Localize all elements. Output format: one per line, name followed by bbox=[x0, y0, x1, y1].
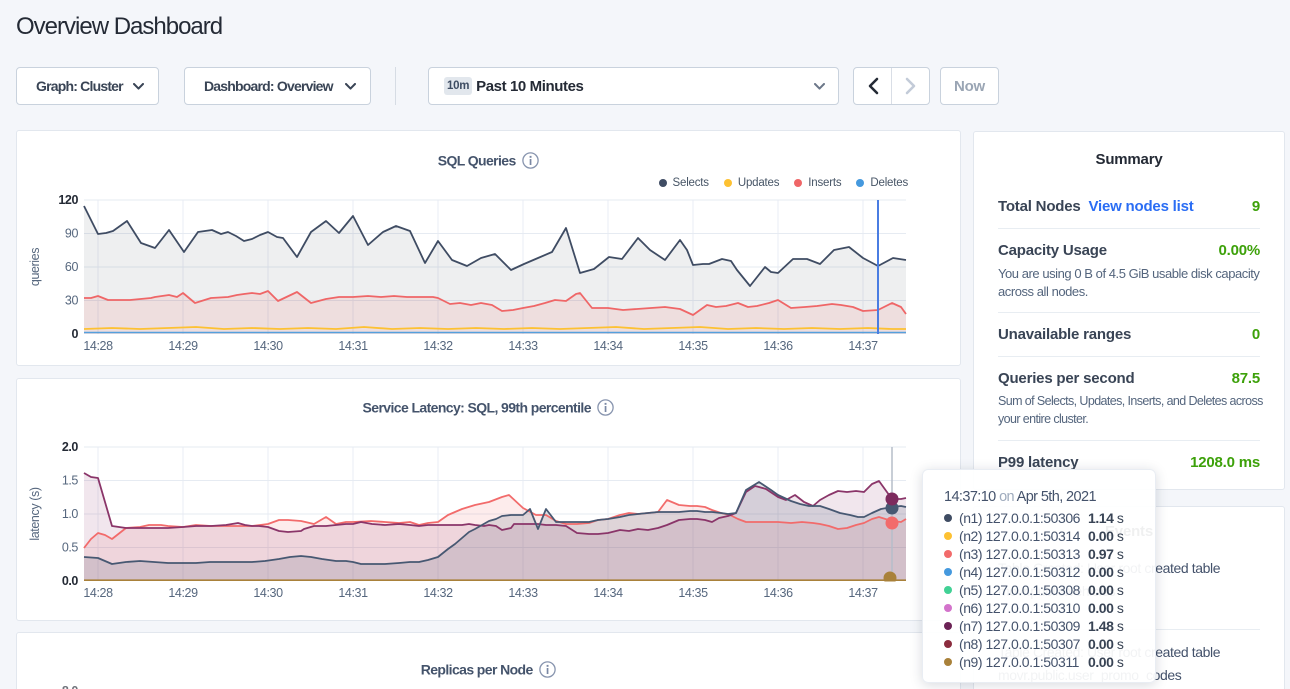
svg-text:14:33: 14:33 bbox=[508, 339, 538, 353]
svg-text:0: 0 bbox=[71, 327, 78, 341]
svg-text:14:34: 14:34 bbox=[593, 586, 623, 600]
svg-text:14:29: 14:29 bbox=[168, 339, 198, 353]
svg-text:1.5: 1.5 bbox=[62, 474, 79, 488]
svg-text:14:32: 14:32 bbox=[423, 339, 453, 353]
svg-text:0.5: 0.5 bbox=[62, 541, 79, 555]
svg-text:1.0: 1.0 bbox=[62, 507, 79, 521]
svg-text:90: 90 bbox=[65, 227, 79, 241]
svg-text:14:35: 14:35 bbox=[678, 339, 708, 353]
svg-text:14:37: 14:37 bbox=[848, 586, 878, 600]
svg-text:14:34: 14:34 bbox=[593, 339, 623, 353]
svg-text:14:36: 14:36 bbox=[763, 339, 793, 353]
svg-text:14:30: 14:30 bbox=[253, 586, 283, 600]
svg-text:14:31: 14:31 bbox=[338, 339, 368, 353]
svg-text:14:32: 14:32 bbox=[423, 586, 453, 600]
svg-text:120: 120 bbox=[58, 193, 78, 207]
svg-text:14:28: 14:28 bbox=[83, 339, 113, 353]
svg-text:latency (s): latency (s) bbox=[28, 487, 42, 540]
svg-text:2.0: 2.0 bbox=[62, 440, 79, 454]
svg-text:14:36: 14:36 bbox=[763, 586, 793, 600]
svg-text:14:37: 14:37 bbox=[848, 339, 878, 353]
svg-text:14:29: 14:29 bbox=[168, 586, 198, 600]
svg-text:0.0: 0.0 bbox=[62, 574, 79, 588]
svg-text:30: 30 bbox=[65, 294, 79, 308]
svg-text:14:33: 14:33 bbox=[508, 586, 538, 600]
svg-text:14:30: 14:30 bbox=[253, 339, 283, 353]
svg-text:14:31: 14:31 bbox=[338, 586, 368, 600]
svg-text:14:35: 14:35 bbox=[678, 586, 708, 600]
svg-text:14:28: 14:28 bbox=[83, 586, 113, 600]
svg-text:60: 60 bbox=[65, 260, 79, 274]
svg-text:queries: queries bbox=[28, 248, 42, 286]
